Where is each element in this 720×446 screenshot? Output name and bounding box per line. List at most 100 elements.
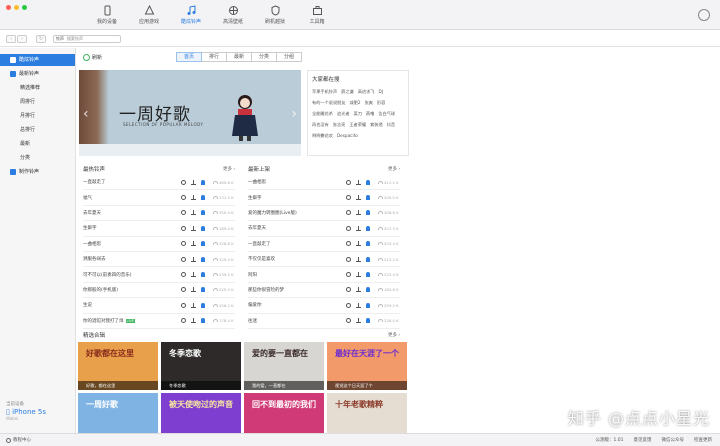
play-icon[interactable]: [181, 272, 186, 278]
song-row[interactable]: 那些你很冒险的梦 183.6 K: [248, 283, 400, 299]
nav-tab-4[interactable]: 刷机越狱: [254, 0, 296, 30]
download-icon[interactable]: [356, 210, 361, 216]
download-icon[interactable]: [191, 225, 196, 231]
collection-card[interactable]: 爱的要一直都在 我的爱，一直都在: [244, 342, 324, 390]
zoom-window-button[interactable]: [22, 5, 27, 10]
sidebar-item-7[interactable]: 分类: [0, 152, 75, 164]
set-ringtone-icon[interactable]: [201, 287, 205, 293]
download-icon[interactable]: [356, 318, 361, 324]
play-icon[interactable]: [181, 318, 186, 324]
play-icon[interactable]: [181, 179, 186, 185]
hot-search-word[interactable]: 咧咧撒花欢: [312, 133, 333, 139]
hot-search-word[interactable]: 薛之谦: [341, 89, 354, 95]
hot-search-word[interactable]: 再也没有: [312, 122, 329, 128]
hot-search-word[interactable]: 王者荣耀: [349, 122, 366, 128]
search-scope-select[interactable]: 铃声: [56, 36, 64, 42]
download-icon[interactable]: [191, 318, 196, 324]
set-ringtone-icon[interactable]: [366, 179, 370, 185]
collection-card[interactable]: 一周好歌: [78, 393, 158, 433]
download-icon[interactable]: [191, 179, 196, 185]
download-icon[interactable]: [191, 287, 196, 293]
set-ringtone-icon[interactable]: [366, 287, 370, 293]
play-icon[interactable]: [346, 225, 351, 231]
banner-prev-arrow-icon[interactable]: ‹: [83, 106, 89, 122]
close-window-button[interactable]: [6, 5, 11, 10]
play-icon[interactable]: [181, 256, 186, 262]
set-ringtone-icon[interactable]: [366, 318, 370, 324]
set-ringtone-icon[interactable]: [201, 210, 205, 216]
download-icon[interactable]: [356, 287, 361, 293]
download-icon[interactable]: [191, 256, 196, 262]
download-icon[interactable]: [356, 256, 361, 262]
status-item-1[interactable]: 意见反馈: [634, 437, 652, 443]
hot-search-word[interactable]: 菜刀: [354, 111, 362, 117]
collections-more-link[interactable]: 更多 ›: [388, 332, 400, 338]
download-icon[interactable]: [356, 225, 361, 231]
song-row[interactable]: 去年夏天 207.3 K: [248, 221, 400, 237]
play-icon[interactable]: [181, 241, 186, 247]
status-item-2[interactable]: 微信公众号: [662, 437, 685, 443]
sidebar-item-1[interactable]: 最新铃声: [0, 68, 75, 80]
set-ringtone-icon[interactable]: [201, 272, 205, 278]
song-row[interactable]: 一直敲走了 203.4 K: [248, 237, 400, 252]
collection-card[interactable]: 回不到最初的我们: [244, 393, 324, 433]
set-ringtone-icon[interactable]: [366, 210, 370, 216]
hot-ringtones-more-link[interactable]: 更多 ›: [223, 166, 235, 172]
set-ringtone-icon[interactable]: [201, 302, 205, 308]
song-row[interactable]: 往迷 228.0 K: [248, 314, 400, 329]
set-ringtone-icon[interactable]: [201, 256, 205, 262]
category-tab-2[interactable]: 最新: [226, 52, 252, 62]
collection-card[interactable]: 冬季恋歌 冬季恋歌: [161, 342, 241, 390]
play-icon[interactable]: [346, 256, 351, 262]
song-row[interactable]: 偏爱你 259.2 K: [248, 298, 400, 314]
set-ringtone-icon[interactable]: [366, 272, 370, 278]
refresh-button[interactable]: 刷新: [83, 54, 102, 61]
collection-card[interactable]: 被天使吻过的声音: [161, 393, 241, 433]
hot-search-word[interactable]: Despacito: [337, 133, 358, 139]
download-icon[interactable]: [191, 272, 196, 278]
sidebar-item-6[interactable]: 最新: [0, 138, 75, 150]
user-avatar-icon[interactable]: [698, 9, 710, 21]
song-row[interactable]: 生僻字 209.0 K: [248, 190, 400, 206]
song-row[interactable]: 生僻字 189.4 K: [83, 221, 235, 237]
nav-tab-0[interactable]: 我的设备: [86, 0, 128, 30]
download-icon[interactable]: [191, 195, 196, 201]
hot-search-word[interactable]: DJ: [378, 89, 382, 95]
download-icon[interactable]: [356, 302, 361, 308]
sidebar-item-3[interactable]: 周排行: [0, 96, 75, 108]
song-row[interactable]: 一直敲走了 469.8 K: [83, 175, 235, 191]
banner-next-arrow-icon[interactable]: ›: [291, 106, 297, 122]
song-row[interactable]: 一曲相思 328.8 K: [83, 237, 235, 252]
play-icon[interactable]: [181, 302, 186, 308]
category-tab-4[interactable]: 分组: [276, 52, 302, 62]
set-ringtone-icon[interactable]: [366, 302, 370, 308]
status-item-3[interactable]: 检查更新: [694, 437, 712, 443]
hot-search-word[interactable]: 张爽: [365, 100, 373, 106]
hot-search-word[interactable]: 告白气球: [378, 111, 395, 117]
play-icon[interactable]: [181, 210, 186, 216]
play-icon[interactable]: [346, 302, 351, 308]
song-row[interactable]: 不仅仅是喜欢 213.2 K: [248, 252, 400, 268]
hot-search-word[interactable]: 全能雕花杀: [312, 111, 333, 117]
nav-tab-3[interactable]: 高清壁纸: [212, 0, 254, 30]
song-row[interactable]: 溯服各阔去 129.4 K: [83, 252, 235, 268]
nav-tab-5[interactable]: 工具箱: [296, 0, 338, 30]
download-icon[interactable]: [356, 195, 361, 201]
song-row[interactable]: 生说 256.2 K: [83, 298, 235, 314]
hot-search-word[interactable]: 减肥2: [350, 100, 361, 106]
current-device[interactable]: 当前设备 ▯ iPhone 5s Wabei: [6, 401, 46, 421]
song-row[interactable]: 爱的魔力转圈圈(Live版) 306.8 K: [248, 206, 400, 222]
download-icon[interactable]: [191, 302, 196, 308]
song-row[interactable]: 一曲相思 412.2 K: [248, 175, 400, 191]
sidebar-item-0[interactable]: 酷炫铃声: [0, 54, 75, 66]
play-icon[interactable]: [346, 318, 351, 324]
set-ringtone-icon[interactable]: [201, 179, 205, 185]
hot-search-word[interactable]: 苹果手机铃声: [312, 89, 337, 95]
back-button[interactable]: ‹: [6, 35, 16, 43]
play-icon[interactable]: [346, 287, 351, 293]
set-ringtone-icon[interactable]: [366, 256, 370, 262]
minimize-window-button[interactable]: [14, 5, 19, 10]
banner-carousel[interactable]: 一周好歌 SELECTION OF POPULAR MELODY ‹ ›: [79, 70, 301, 156]
hot-search-word[interactable]: 紫装透: [370, 122, 383, 128]
hot-search-word[interactable]: 形容: [377, 100, 385, 106]
